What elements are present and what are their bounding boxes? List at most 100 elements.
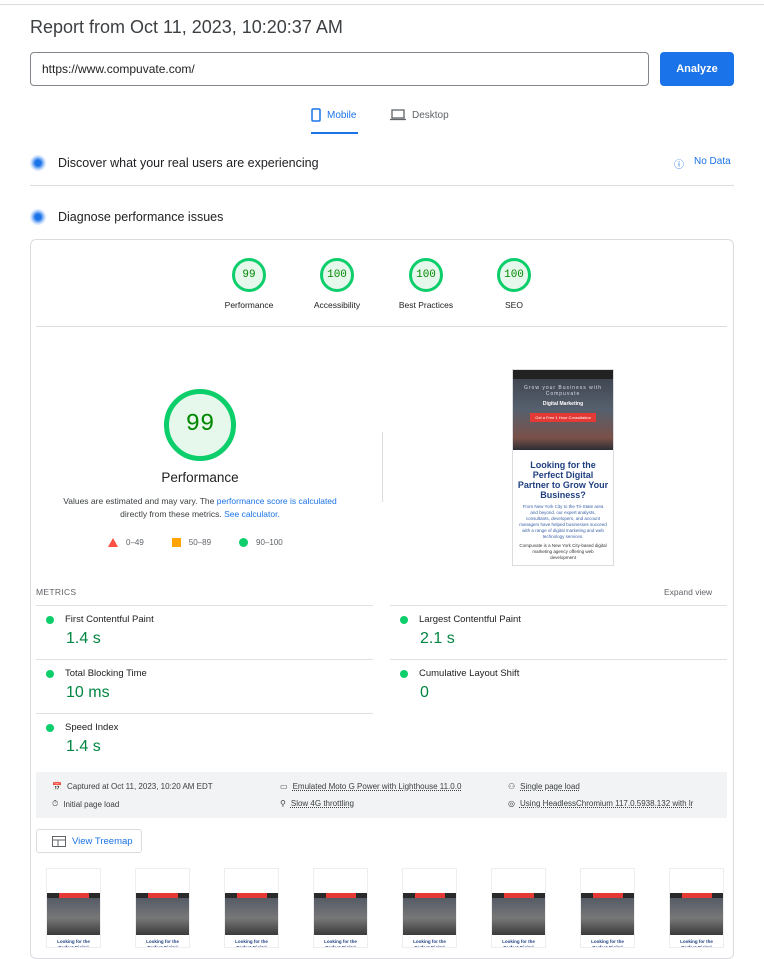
desc-text: directly from these metrics. [120, 509, 225, 519]
users-icon [30, 155, 46, 171]
chrome-icon: ◎ [508, 799, 515, 808]
metric-value: 2.1 s [420, 630, 455, 647]
metric-fcp: First Contentful Paint 1.4 s [36, 605, 373, 658]
metric-value: 1.4 s [66, 630, 101, 647]
emulated-device[interactable]: Emulated Moto G Power with Lighthouse 11… [293, 782, 462, 791]
top-divider [0, 4, 764, 5]
frame-caption: Looking for the Perfect Digital Partner … [502, 939, 535, 948]
gauge-label: Accessibility [313, 300, 361, 310]
url-input[interactable]: https://www.compuvate.com/ [30, 52, 649, 86]
gauge-label: SEO [505, 300, 523, 310]
gauge-accessibility[interactable]: 100 Accessibility [297, 258, 377, 310]
lab-data-section: Diagnose performance issues [30, 209, 223, 225]
hero-cta: Get a Free 1 Hour Consultation [530, 413, 596, 422]
tab-mobile[interactable]: Mobile [311, 108, 359, 134]
captured-at: Captured at Oct 11, 2023, 10:20 AM EDT [66, 782, 213, 791]
frame-hero [136, 893, 189, 935]
frame-caption: Looking for the Perfect Digital Partner … [146, 939, 179, 948]
initial-load: Initial page load [63, 799, 120, 809]
frame-caption: Looking for the Perfect Digital Partner … [413, 939, 446, 948]
phone-icon [311, 108, 321, 122]
single-page-load[interactable]: Single page load [520, 782, 580, 791]
gauge-score: 100 [409, 258, 443, 292]
metric-si: Speed Index 1.4 s [36, 713, 373, 766]
filmstrip-frame: Looking for the Perfect Digital Partner … [313, 868, 368, 948]
frame-caption: Looking for the Perfect Digital Partner … [591, 939, 624, 948]
gauge-score: 100 [320, 258, 354, 292]
score-calculated-link[interactable]: performance score is calculated [217, 496, 337, 506]
network-icon: ⚲ [280, 799, 286, 808]
frame-hero [47, 893, 100, 935]
hero-title: Grow your Business with Compuvate [523, 385, 603, 397]
screenshot-hero: Grow your Business with Compuvate Digita… [513, 370, 613, 450]
frame-hero [403, 893, 456, 935]
frame-caption: Looking for the Perfect Digital Partner … [57, 939, 90, 948]
desc-text: Values are estimated and may vary. The [63, 496, 217, 506]
frame-hero [225, 893, 278, 935]
metric-name: Speed Index [65, 722, 119, 733]
legend-pass: 90–100 [256, 538, 283, 547]
tab-mobile-label: Mobile [327, 110, 357, 121]
filmstrip-frame: Looking for the Perfect Digital Partner … [669, 868, 724, 948]
frame-caption: Looking for the Perfect Digital Partner … [680, 939, 713, 948]
throttling[interactable]: Slow 4G throttling [291, 799, 354, 808]
metric-value: 1.4 s [66, 738, 101, 755]
gauge-score: 100 [497, 258, 531, 292]
calculator-link[interactable]: See calculator. [224, 509, 280, 519]
metric-name: First Contentful Paint [65, 614, 154, 625]
square-average-icon [171, 538, 181, 547]
field-data-section[interactable]: Discover what your real users are experi… [30, 155, 319, 171]
frame-hero [492, 893, 545, 935]
view-treemap-button[interactable]: View Treemap [36, 829, 142, 853]
devices-icon: ▭ [280, 782, 288, 791]
filmstrip-frame: Looking for the Perfect Digital Partner … [46, 868, 101, 948]
tab-desktop[interactable]: Desktop [390, 108, 449, 134]
divider [36, 326, 727, 327]
runtime-info: 📅 Captured at Oct 11, 2023, 10:20 AM EDT … [36, 772, 727, 818]
calendar-icon: 📅 [52, 782, 62, 791]
pass-dot-icon [46, 615, 54, 624]
final-screenshot[interactable]: Grow your Business with Compuvate Digita… [512, 369, 614, 566]
gauge-performance[interactable]: 99 Performance [209, 258, 289, 310]
gauge-label: Best Practices [398, 300, 454, 310]
pass-dot-icon [400, 615, 408, 624]
filmstrip-frame: Looking for the Perfect Digital Partner … [491, 868, 546, 948]
performance-description: Values are estimated and may vary. The p… [55, 495, 345, 521]
browser-info[interactable]: Using HeadlessChromium 117.0.5938.132 wi… [520, 799, 693, 808]
expand-view-toggle[interactable]: Expand view [664, 587, 712, 597]
gauge-seo[interactable]: 100 SEO [474, 258, 554, 310]
person-icon: ⚇ [508, 782, 516, 791]
gauge-score: 99 [232, 258, 266, 292]
analyze-button[interactable]: Analyze [660, 52, 734, 86]
screenshot-body: From New York City to the Tri-State area… [519, 504, 607, 539]
treemap-icon [52, 835, 66, 847]
stopwatch-icon: ⏱ [52, 799, 59, 808]
triangle-fail-icon [108, 538, 118, 547]
pass-dot-icon [46, 723, 54, 732]
filmstrip-frame: Looking for the Perfect Digital Partner … [224, 868, 279, 948]
legend-average: 50–89 [188, 538, 212, 547]
divider [382, 432, 383, 502]
divider [30, 185, 734, 186]
frame-caption: Looking for the Perfect Digital Partner … [324, 939, 357, 948]
no-data-indicator[interactable]: ⓘ No Data [674, 156, 731, 171]
legend-fail: 0–49 [126, 538, 144, 547]
performance-label: Performance [161, 470, 239, 485]
metrics-label: METRICS [36, 587, 77, 597]
metric-name: Total Blocking Time [65, 668, 147, 679]
circle-pass-icon [239, 538, 249, 547]
pass-dot-icon [46, 669, 54, 678]
pass-dot-icon [400, 669, 408, 678]
page-title: Report from Oct 11, 2023, 10:20:37 AM [30, 17, 343, 37]
no-data-label: No Data [694, 156, 731, 167]
field-data-title: Discover what your real users are experi… [58, 156, 319, 170]
metric-tbt: Total Blocking Time 10 ms [36, 659, 373, 712]
score-legend: 0–49 50–89 90–100 [108, 538, 283, 547]
metric-cls: Cumulative Layout Shift 0 [390, 659, 727, 712]
filmstrip-frame: Looking for the Perfect Digital Partner … [135, 868, 190, 948]
gauge-label: Performance [224, 300, 274, 310]
metric-lcp: Largest Contentful Paint 2.1 s [390, 605, 727, 658]
filmstrip-frame: Looking for the Perfect Digital Partner … [402, 868, 457, 948]
metric-name: Largest Contentful Paint [419, 614, 521, 625]
gauge-best-practices[interactable]: 100 Best Practices [386, 258, 466, 310]
